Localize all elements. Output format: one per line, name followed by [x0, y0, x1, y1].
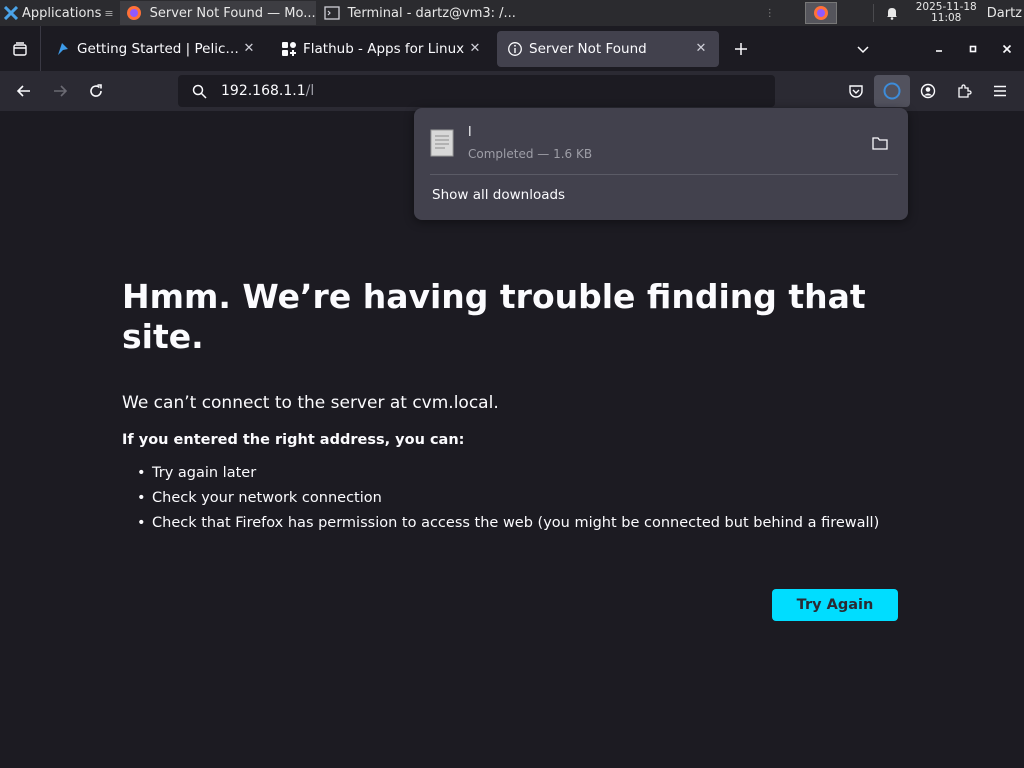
tab-title: Flathub - Apps for Linux [303, 40, 465, 57]
app-menu-button[interactable] [982, 75, 1018, 107]
clock-time: 11:08 [931, 12, 962, 24]
file-icon [430, 129, 454, 157]
minimize-button[interactable] [922, 26, 956, 71]
user-menu[interactable]: Dartz [987, 6, 1022, 21]
firefox-icon [813, 6, 828, 20]
extensions-button[interactable] [946, 75, 982, 107]
download-progress-icon [883, 82, 901, 100]
advice-heading: If you entered the right address, you ca… [122, 432, 465, 448]
terminal-icon [323, 6, 340, 20]
download-file-name: l [468, 125, 472, 140]
taskbar-item-firefox[interactable]: Server Not Found — Mo... [119, 1, 316, 25]
taskbar-item-terminal[interactable]: Terminal - dartz@vm3: /... [318, 1, 516, 25]
workspace-switcher[interactable] [804, 2, 837, 24]
taskbar-item-label: Server Not Found — Mo... [149, 5, 316, 21]
url-path: /l [305, 83, 315, 99]
account-button[interactable] [910, 75, 946, 107]
applications-label: Applications [22, 5, 102, 21]
close-icon [1002, 44, 1012, 53]
search-icon [192, 84, 207, 99]
reload-icon [90, 84, 102, 97]
list-item: Try again later [122, 464, 898, 482]
desktop-panel: Applications ≡ Server Not Found — Mo... … [0, 0, 1024, 26]
panel-separator [872, 4, 874, 22]
maximize-button[interactable] [956, 26, 990, 71]
chevron-down-icon [857, 45, 869, 53]
list-item: Check that Firefox has permission to acc… [122, 514, 898, 532]
taskbar-item-label: Terminal - dartz@vm3: /... [347, 5, 516, 21]
downloads-panel: l Completed — 1.6 KB Show all downloads [414, 108, 908, 220]
close-icon[interactable]: ✕ [693, 41, 709, 57]
try-again-button[interactable]: Try Again [772, 589, 898, 621]
tab-server-not-found[interactable]: Server Not Found ✕ [497, 30, 719, 67]
tab-separator [40, 26, 41, 71]
error-title: Hmm. We’re having trouble finding that s… [122, 277, 866, 356]
list-all-tabs-button[interactable] [846, 26, 880, 71]
flathub-icon [282, 41, 296, 56]
puzzle-icon [958, 84, 972, 98]
back-button[interactable] [6, 75, 42, 107]
close-icon[interactable]: ✕ [467, 41, 483, 57]
pocket-icon [849, 85, 863, 98]
show-all-downloads-button[interactable]: Show all downloads [432, 187, 565, 203]
panel-clock[interactable]: 2025-11-18 11:08 [916, 2, 977, 24]
download-item[interactable]: l Completed — 1.6 KB [422, 118, 900, 168]
tab-getting-started[interactable]: Getting Started | Pelican ✕ [45, 31, 267, 67]
pelican-icon [58, 42, 68, 55]
plus-icon [735, 42, 747, 55]
tab-title: Getting Started | Pelican [77, 40, 241, 57]
notifications-button[interactable] [882, 6, 902, 20]
firefox-view-button[interactable] [0, 26, 40, 71]
panel-separator-dots: ⋮ [764, 7, 775, 19]
folder-icon [872, 137, 888, 150]
reload-button[interactable] [78, 75, 114, 107]
forward-button[interactable] [42, 75, 78, 107]
downloads-divider [430, 174, 898, 175]
list-item: Check your network connection [122, 489, 898, 507]
xfce-logo-icon [4, 6, 18, 20]
url-host: 192.168.1.1 [221, 83, 306, 99]
hamburger-menu-icon [994, 85, 1006, 97]
info-icon [508, 41, 522, 56]
tab-title: Server Not Found [529, 40, 647, 57]
account-icon [920, 83, 936, 99]
pocket-button[interactable] [838, 75, 874, 107]
forward-arrow-icon [54, 85, 68, 97]
firefox-view-icon [13, 41, 27, 56]
download-status: Completed — 1.6 KB [468, 147, 593, 161]
maximize-icon [969, 45, 977, 52]
downloads-button[interactable] [874, 75, 910, 107]
tab-strip: Getting Started | Pelican ✕ Flathub - Ap… [0, 26, 1024, 71]
close-window-button[interactable] [990, 26, 1024, 71]
show-in-folder-button[interactable] [864, 127, 896, 159]
minimize-icon [936, 49, 942, 52]
suggestion-list: Try again later Check your network conne… [122, 464, 898, 539]
back-arrow-icon [16, 85, 30, 97]
firefox-icon [126, 6, 141, 20]
url-bar[interactable]: 192.168.1.1/l [178, 75, 775, 107]
tab-flathub[interactable]: Flathub - Apps for Linux ✕ [271, 31, 493, 67]
close-icon[interactable]: ✕ [241, 41, 257, 57]
bell-icon [886, 8, 897, 20]
menu-handle-icon: ≡ [104, 6, 114, 20]
new-tab-button[interactable] [721, 31, 761, 67]
applications-menu-button[interactable]: Applications ≡ [0, 0, 118, 26]
error-intro: We can’t connect to the server at cvm.lo… [122, 393, 499, 413]
navigation-toolbar: 192.168.1.1/l [0, 71, 1024, 111]
